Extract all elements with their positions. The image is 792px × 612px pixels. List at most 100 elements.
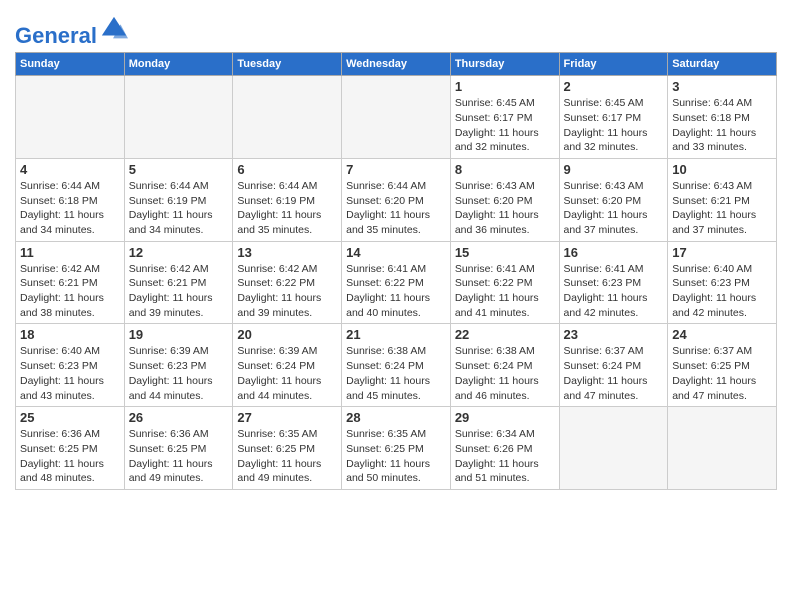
col-header-monday: Monday xyxy=(124,53,233,76)
calendar-cell: 13Sunrise: 6:42 AM Sunset: 6:22 PM Dayli… xyxy=(233,241,342,324)
day-info: Sunrise: 6:44 AM Sunset: 6:18 PM Dayligh… xyxy=(20,179,120,238)
week-row-4: 25Sunrise: 6:36 AM Sunset: 6:25 PM Dayli… xyxy=(16,407,777,490)
calendar-cell: 29 Sunrise: 6:34 AM Sunset: 6:26 PM Dayli… xyxy=(450,407,559,490)
day-number: 18 xyxy=(20,327,120,342)
day-number: 9 xyxy=(564,162,664,177)
day-number: 8 xyxy=(455,162,555,177)
day-info: Sunrise: 6:35 AM Sunset: 6:25 PM Dayligh… xyxy=(346,427,446,486)
calendar-cell xyxy=(124,76,233,159)
calendar-cell: 15 Sunrise: 6:41 AM Sunset: 6:22 PM Dayli… xyxy=(450,241,559,324)
day-number: 27 xyxy=(237,410,337,425)
day-info: Sunrise: 6:42 AM Sunset: 6:21 PM Dayligh… xyxy=(129,262,229,321)
calendar-cell: 21 Sunrise: 6:38 AM Sunset: 6:24 PM Dayli… xyxy=(342,324,451,407)
day-number: 16 xyxy=(564,245,664,260)
calendar-cell: 22 Sunrise: 6:38 AM Sunset: 6:24 PM Dayli… xyxy=(450,324,559,407)
calendar-cell: 11 Sunrise: 6:42 AM Sunset: 6:21 PM Dayli… xyxy=(16,241,125,324)
calendar-cell: 1 Sunrise: 6:45 AM Sunset: 6:17 PM Daylig… xyxy=(450,76,559,159)
header: General xyxy=(15,10,777,44)
calendar-cell: 6 Sunrise: 6:44 AM Sunset: 6:19 PM Daylig… xyxy=(233,158,342,241)
calendar-cell xyxy=(668,407,777,490)
col-header-thursday: Thursday xyxy=(450,53,559,76)
col-header-friday: Friday xyxy=(559,53,668,76)
day-number: 6 xyxy=(237,162,337,177)
week-row-0: 1 Sunrise: 6:45 AM Sunset: 6:17 PM Daylig… xyxy=(16,76,777,159)
week-row-1: 4Sunrise: 6:44 AM Sunset: 6:18 PM Daylig… xyxy=(16,158,777,241)
day-info: Sunrise: 6:42 AM Sunset: 6:21 PM Dayligh… xyxy=(20,262,120,321)
day-number: 20 xyxy=(237,327,337,342)
day-info: Sunrise: 6:43 AM Sunset: 6:21 PM Dayligh… xyxy=(672,179,772,238)
day-info: Sunrise: 6:38 AM Sunset: 6:24 PM Dayligh… xyxy=(455,344,555,403)
day-info: Sunrise: 6:42 AM Sunset: 6:22 PM Dayligh… xyxy=(237,262,337,321)
calendar-table: SundayMondayTuesdayWednesdayThursdayFrid… xyxy=(15,52,777,490)
day-number: 24 xyxy=(672,327,772,342)
calendar-cell xyxy=(342,76,451,159)
day-number: 7 xyxy=(346,162,446,177)
day-number: 26 xyxy=(129,410,229,425)
calendar-cell: 5 Sunrise: 6:44 AM Sunset: 6:19 PM Daylig… xyxy=(124,158,233,241)
day-number: 5 xyxy=(129,162,229,177)
day-info: Sunrise: 6:39 AM Sunset: 6:24 PM Dayligh… xyxy=(237,344,337,403)
day-info: Sunrise: 6:37 AM Sunset: 6:24 PM Dayligh… xyxy=(564,344,664,403)
day-info: Sunrise: 6:35 AM Sunset: 6:25 PM Dayligh… xyxy=(237,427,337,486)
day-number: 11 xyxy=(20,245,120,260)
day-number: 2 xyxy=(564,79,664,94)
day-info: Sunrise: 6:45 AM Sunset: 6:17 PM Dayligh… xyxy=(564,96,664,155)
day-info: Sunrise: 6:39 AM Sunset: 6:23 PM Dayligh… xyxy=(129,344,229,403)
day-number: 12 xyxy=(129,245,229,260)
day-info: Sunrise: 6:45 AM Sunset: 6:17 PM Dayligh… xyxy=(455,96,555,155)
day-info: Sunrise: 6:37 AM Sunset: 6:25 PM Dayligh… xyxy=(672,344,772,403)
calendar-cell: 26 Sunrise: 6:36 AM Sunset: 6:25 PM Dayli… xyxy=(124,407,233,490)
day-info: Sunrise: 6:43 AM Sunset: 6:20 PM Dayligh… xyxy=(564,179,664,238)
calendar-cell xyxy=(16,76,125,159)
calendar-cell xyxy=(233,76,342,159)
calendar-cell: 20 Sunrise: 6:39 AM Sunset: 6:24 PM Dayli… xyxy=(233,324,342,407)
day-info: Sunrise: 6:44 AM Sunset: 6:18 PM Dayligh… xyxy=(672,96,772,155)
day-number: 28 xyxy=(346,410,446,425)
calendar-cell: 25Sunrise: 6:36 AM Sunset: 6:25 PM Dayli… xyxy=(16,407,125,490)
day-info: Sunrise: 6:41 AM Sunset: 6:23 PM Dayligh… xyxy=(564,262,664,321)
calendar-cell: 4Sunrise: 6:44 AM Sunset: 6:18 PM Daylig… xyxy=(16,158,125,241)
day-info: Sunrise: 6:41 AM Sunset: 6:22 PM Dayligh… xyxy=(346,262,446,321)
calendar-cell: 8 Sunrise: 6:43 AM Sunset: 6:20 PM Daylig… xyxy=(450,158,559,241)
day-number: 1 xyxy=(455,79,555,94)
day-number: 10 xyxy=(672,162,772,177)
calendar-cell: 18Sunrise: 6:40 AM Sunset: 6:23 PM Dayli… xyxy=(16,324,125,407)
day-info: Sunrise: 6:38 AM Sunset: 6:24 PM Dayligh… xyxy=(346,344,446,403)
calendar-cell: 28 Sunrise: 6:35 AM Sunset: 6:25 PM Dayli… xyxy=(342,407,451,490)
day-info: Sunrise: 6:40 AM Sunset: 6:23 PM Dayligh… xyxy=(672,262,772,321)
day-number: 29 xyxy=(455,410,555,425)
calendar-cell: 16 Sunrise: 6:41 AM Sunset: 6:23 PM Dayli… xyxy=(559,241,668,324)
col-header-wednesday: Wednesday xyxy=(342,53,451,76)
week-row-3: 18Sunrise: 6:40 AM Sunset: 6:23 PM Dayli… xyxy=(16,324,777,407)
calendar-cell: 24 Sunrise: 6:37 AM Sunset: 6:25 PM Dayli… xyxy=(668,324,777,407)
col-header-tuesday: Tuesday xyxy=(233,53,342,76)
col-header-sunday: Sunday xyxy=(16,53,125,76)
day-number: 22 xyxy=(455,327,555,342)
calendar-cell xyxy=(559,407,668,490)
day-info: Sunrise: 6:36 AM Sunset: 6:25 PM Dayligh… xyxy=(129,427,229,486)
calendar-cell: 10 Sunrise: 6:43 AM Sunset: 6:21 PM Dayli… xyxy=(668,158,777,241)
calendar-cell: 3 Sunrise: 6:44 AM Sunset: 6:18 PM Daylig… xyxy=(668,76,777,159)
day-number: 3 xyxy=(672,79,772,94)
day-number: 19 xyxy=(129,327,229,342)
day-info: Sunrise: 6:44 AM Sunset: 6:19 PM Dayligh… xyxy=(237,179,337,238)
logo-text: General xyxy=(15,15,128,48)
day-info: Sunrise: 6:44 AM Sunset: 6:19 PM Dayligh… xyxy=(129,179,229,238)
day-number: 15 xyxy=(455,245,555,260)
header-row: SundayMondayTuesdayWednesdayThursdayFrid… xyxy=(16,53,777,76)
logo: General xyxy=(15,15,128,44)
calendar-cell: 14Sunrise: 6:41 AM Sunset: 6:22 PM Dayli… xyxy=(342,241,451,324)
calendar-cell: 12 Sunrise: 6:42 AM Sunset: 6:21 PM Dayli… xyxy=(124,241,233,324)
week-row-2: 11 Sunrise: 6:42 AM Sunset: 6:21 PM Dayli… xyxy=(16,241,777,324)
calendar-cell: 23 Sunrise: 6:37 AM Sunset: 6:24 PM Dayli… xyxy=(559,324,668,407)
day-info: Sunrise: 6:41 AM Sunset: 6:22 PM Dayligh… xyxy=(455,262,555,321)
day-info: Sunrise: 6:34 AM Sunset: 6:26 PM Dayligh… xyxy=(455,427,555,486)
calendar-cell: 19 Sunrise: 6:39 AM Sunset: 6:23 PM Dayli… xyxy=(124,324,233,407)
day-info: Sunrise: 6:36 AM Sunset: 6:25 PM Dayligh… xyxy=(20,427,120,486)
calendar-cell: 7Sunrise: 6:44 AM Sunset: 6:20 PM Daylig… xyxy=(342,158,451,241)
day-number: 23 xyxy=(564,327,664,342)
day-number: 21 xyxy=(346,327,446,342)
day-number: 17 xyxy=(672,245,772,260)
calendar-cell: 27 Sunrise: 6:35 AM Sunset: 6:25 PM Dayli… xyxy=(233,407,342,490)
day-info: Sunrise: 6:43 AM Sunset: 6:20 PM Dayligh… xyxy=(455,179,555,238)
